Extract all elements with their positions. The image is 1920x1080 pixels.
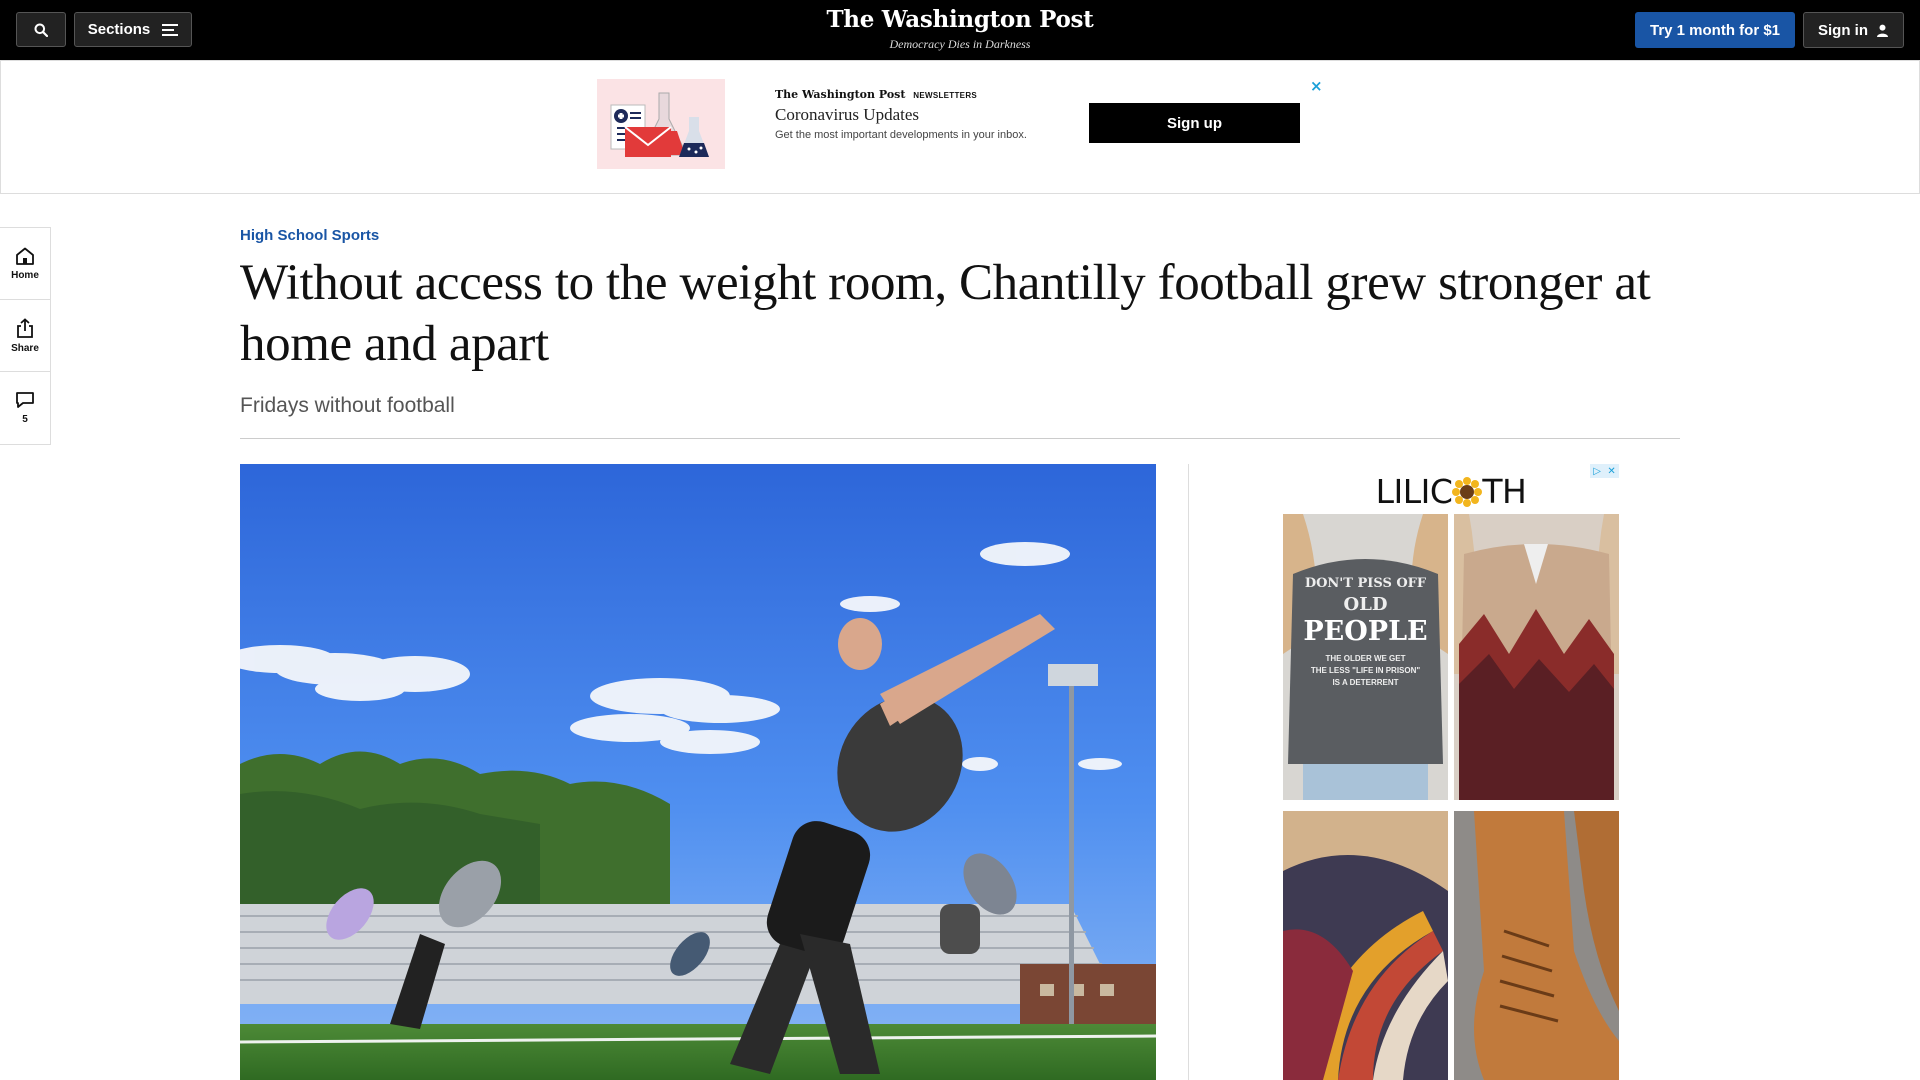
sign-in-label: Sign in [1818, 21, 1868, 39]
newsletter-brand-suffix: NEWSLETTERS [913, 91, 978, 100]
close-icon[interactable]: ✕ [1607, 466, 1615, 477]
ad-logo-left: LILIC [1375, 472, 1453, 511]
article-kicker[interactable]: High School Sports [240, 227, 379, 244]
top-navigation-bar: Sections The Washington Post Democracy D… [0, 0, 1920, 60]
ad-shirt-text-6: IS A DETERRENT [1332, 678, 1399, 687]
home-icon [16, 247, 34, 265]
lead-photo [240, 464, 1156, 1080]
close-icon[interactable]: × [1310, 77, 1323, 95]
masthead[interactable]: The Washington Post Democracy Dies in Da… [760, 6, 1160, 52]
newsletter-promo: The Washington Post NEWSLETTERS Coronavi… [0, 60, 1920, 194]
rail-home-button[interactable]: Home [0, 228, 50, 300]
ad-shirt-text-3: PEOPLE [1303, 616, 1428, 647]
search-button[interactable] [16, 12, 66, 47]
rail-share-button[interactable]: Share [0, 300, 50, 372]
ad-choices-icon: ▷ [1593, 465, 1601, 477]
ad-product-hoodie[interactable] [1454, 514, 1619, 800]
sunflower-icon [1452, 477, 1483, 507]
article-headline: Without access to the weight room, Chant… [240, 255, 1651, 372]
subscribe-button[interactable]: Try 1 month for $1 [1635, 12, 1795, 48]
ad-shirt-text-4: THE OLDER WE GET [1325, 654, 1406, 663]
rail-comments-count: 5 [22, 414, 28, 425]
ad-choices-button[interactable]: ▷ ✕ [1590, 464, 1619, 478]
newsletter-illustration [597, 79, 725, 169]
share-icon [17, 317, 33, 338]
newsletter-title: Coronavirus Updates [775, 105, 920, 124]
sections-button[interactable]: Sections [74, 12, 192, 47]
sections-label: Sections [87, 21, 151, 38]
ad-logo-right: TH [1482, 472, 1527, 511]
ad-shirt-text-5: THE LESS "LIFE IN PRISON" [1310, 666, 1421, 675]
rail-share-label: Share [11, 342, 39, 354]
newsletter-signup-button[interactable]: Sign up [1089, 103, 1300, 143]
comment-icon [16, 392, 34, 408]
ad-product-rainbow-top[interactable] [1283, 811, 1448, 1080]
ad-product-boots[interactable] [1454, 811, 1619, 1080]
article-subhead: Fridays without football [240, 394, 455, 417]
site-logo[interactable]: The Washington Post [760, 6, 1160, 33]
search-icon [34, 23, 48, 37]
user-icon [1877, 24, 1888, 37]
column-divider [1188, 464, 1189, 1080]
ad-product-sweatshirt[interactable]: DON'T PISS OFF OLD PEOPLE THE OLDER WE G… [1283, 514, 1448, 800]
newsletter-brand: The Washington Post NEWSLETTERS [775, 88, 977, 101]
menu-icon [162, 23, 179, 36]
rail-comments-button[interactable]: 5 [0, 372, 50, 444]
ad-brand-logo[interactable]: LILIC TH [1283, 472, 1619, 511]
newsletter-description: Get the most important developments in y… [775, 129, 1027, 141]
sign-in-button[interactable]: Sign in [1803, 12, 1904, 48]
ad-shirt-text-1: DON'T PISS OFF [1304, 576, 1427, 591]
newsletter-brand-name: The Washington Post [775, 88, 906, 101]
header-divider [240, 438, 1680, 439]
rail-home-label: Home [11, 269, 39, 281]
site-tagline: Democracy Dies in Darkness [889, 37, 1031, 51]
sidebar-advertisement[interactable]: LILIC TH ▷ ✕ DON'T PISS OFF OLD PEOPLE TH… [1283, 464, 1619, 1080]
ad-shirt-text-2: OLD [1343, 594, 1388, 615]
left-utility-rail: Home Share 5 [0, 227, 51, 445]
